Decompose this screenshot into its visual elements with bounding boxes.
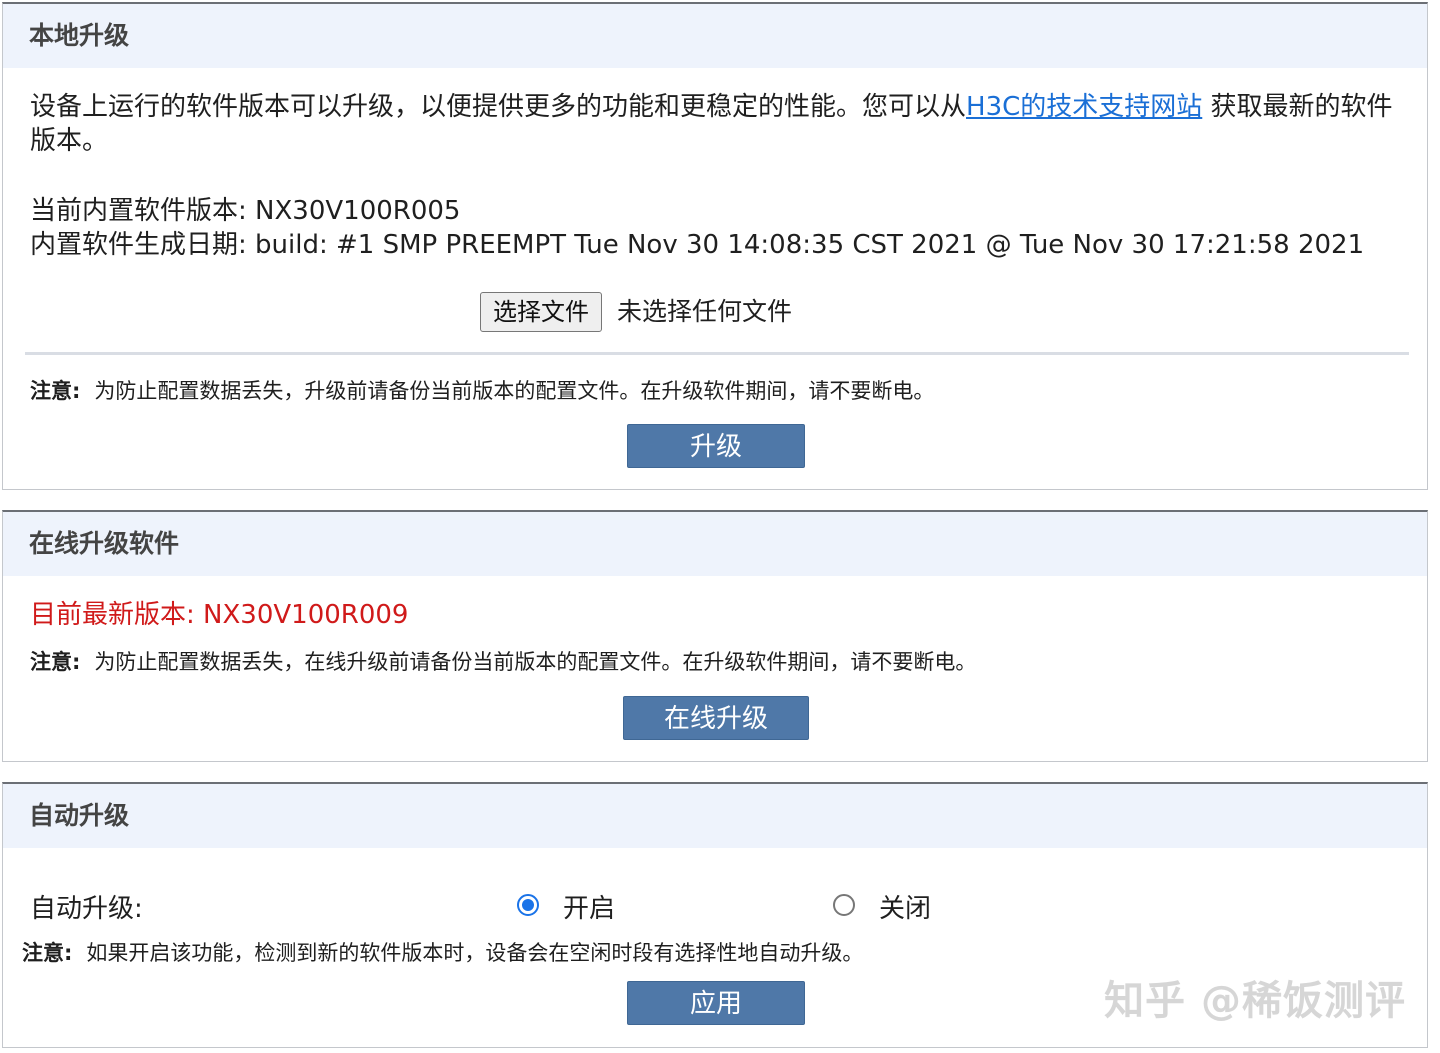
online-upgrade-button[interactable]: 在线升级 [623, 696, 809, 740]
auto-upgrade-title: 自动升级 [3, 784, 1427, 848]
auto-upgrade-field-label: 自动升级: [30, 894, 143, 924]
latest-version-text: 目前最新版本: NX30V100R009 [30, 600, 409, 630]
note-label: 注意: [30, 379, 81, 403]
note-label: 注意: [30, 650, 81, 674]
watermark-text: 知乎 @稀饭测评 [1104, 978, 1406, 1024]
note-text: 为防止配置数据丢失，在线升级前请备份当前版本的配置文件。在升级软件期间，请不要断… [94, 650, 977, 674]
local-upgrade-note: 注意: 为防止配置数据丢失，升级前请备份当前版本的配置文件。在升级软件期间，请不要… [30, 376, 934, 406]
description-text: 设备上运行的软件版本可以升级，以便提供更多的功能和更稳定的性能。您可以从 [30, 92, 967, 122]
note-text: 如果开启该功能，检测到新的软件版本时，设备会在空闲时段有选择性地自动升级。 [86, 941, 864, 965]
auto-upgrade-off-label[interactable]: 关闭 [879, 892, 931, 926]
choose-file-button[interactable]: 选择文件 [480, 292, 602, 332]
apply-button[interactable]: 应用 [627, 981, 805, 1025]
auto-upgrade-off-radio[interactable] [833, 894, 855, 916]
file-status-text: 未选择任何文件 [617, 297, 793, 326]
note-label: 注意: [22, 941, 73, 965]
auto-upgrade-on-radio[interactable] [517, 894, 539, 916]
upgrade-button[interactable]: 升级 [627, 424, 805, 468]
local-upgrade-panel: 本地升级 设备上运行的软件版本可以升级，以便提供更多的功能和更稳定的性能。您可以… [2, 2, 1428, 490]
current-version-text: 当前内置软件版本: NX30V100R005 [30, 196, 461, 226]
note-text: 为防止配置数据丢失，升级前请备份当前版本的配置文件。在升级软件期间，请不要断电。 [94, 379, 935, 403]
auto-upgrade-on-label[interactable]: 开启 [563, 892, 615, 926]
online-upgrade-panel: 在线升级软件 目前最新版本: NX30V100R009 注意: 为防止配置数据丢失… [2, 510, 1428, 762]
auto-upgrade-note: 注意: 如果开启该功能，检测到新的软件版本时，设备会在空闲时段有选择性地自动升级。 [22, 938, 863, 968]
divider [25, 352, 1409, 355]
h3c-support-link[interactable]: H3C的技术支持网站 [966, 92, 1202, 122]
local-upgrade-description: 设备上运行的软件版本可以升级，以便提供更多的功能和更稳定的性能。您可以从H3C的… [30, 90, 1410, 158]
build-date-text: 内置软件生成日期: build: #1 SMP PREEMPT Tue Nov … [30, 230, 1365, 260]
online-upgrade-title: 在线升级软件 [3, 512, 1427, 576]
online-upgrade-note: 注意: 为防止配置数据丢失，在线升级前请备份当前版本的配置文件。在升级软件期间，请… [30, 647, 976, 677]
local-upgrade-title: 本地升级 [3, 4, 1427, 68]
